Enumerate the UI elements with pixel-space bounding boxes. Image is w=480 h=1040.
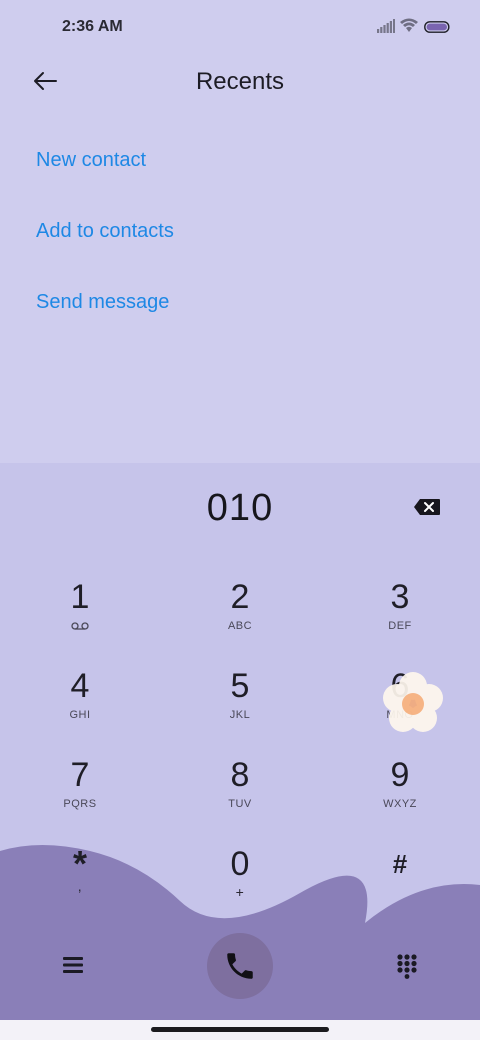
key-digit: 7 — [70, 756, 90, 794]
key-digit: # — [392, 849, 408, 879]
phone-icon — [227, 953, 253, 979]
signal-icon — [377, 19, 395, 33]
key-digit: 5 — [230, 667, 250, 705]
key-digit: 3 — [390, 578, 410, 616]
key-letters: GHI — [69, 709, 91, 721]
key-letters: TUV — [228, 798, 252, 810]
voicemail-icon — [71, 622, 89, 630]
touch-indicator-icon — [383, 672, 443, 732]
key-3[interactable]: 3 DEF — [330, 577, 470, 657]
dialpad: 010 1 2 ABC 3 DEF 4 GHI 5 JKL 7 PQRS 8 T… — [0, 463, 480, 1020]
key-letters: WXYZ — [383, 798, 417, 810]
key-digit: 4 — [70, 667, 90, 705]
keypad-icon[interactable] — [396, 953, 418, 979]
key-letters: + — [235, 884, 245, 900]
header: Recents — [0, 56, 480, 108]
new-contact-link[interactable]: New contact — [36, 149, 146, 172]
key-7[interactable]: 7 PQRS — [10, 755, 150, 835]
key-digit: 2 — [230, 578, 250, 616]
call-button[interactable] — [207, 933, 273, 999]
dialer-screen: 2:36 AM Recents New contact Add to conta… — [0, 0, 480, 1040]
key-8[interactable]: 8 TUV — [170, 755, 310, 835]
key-letters: PQRS — [63, 798, 97, 810]
key-letters: JKL — [229, 709, 251, 721]
key-4[interactable]: 4 GHI — [10, 666, 150, 746]
status-bar: 2:36 AM — [0, 0, 480, 56]
key-hash[interactable]: # — [330, 844, 470, 924]
key-letters: DEF — [388, 620, 412, 632]
key-9[interactable]: 9 WXYZ — [330, 755, 470, 835]
home-handle[interactable] — [151, 1027, 329, 1032]
key-digit: 9 — [390, 756, 410, 794]
battery-icon — [424, 21, 450, 33]
key-letters: , — [77, 878, 83, 894]
key-digit: 8 — [230, 756, 250, 794]
key-5[interactable]: 5 JKL — [170, 666, 310, 746]
key-letters: ABC — [227, 620, 253, 632]
recents-panel: 2:36 AM Recents New contact Add to conta… — [0, 0, 480, 463]
send-message-link[interactable]: Send message — [36, 291, 169, 314]
key-star[interactable]: * , — [10, 844, 150, 924]
key-1[interactable]: 1 — [10, 577, 150, 657]
status-time: 2:36 AM — [62, 18, 123, 35]
gesture-nav-bar — [0, 1020, 480, 1040]
add-to-contacts-link[interactable]: Add to contacts — [36, 220, 174, 243]
wifi-icon — [400, 18, 418, 32]
key-0[interactable]: 0 + — [170, 844, 310, 924]
key-digit: 1 — [70, 578, 90, 616]
dialed-number: 010 — [206, 487, 274, 529]
backspace-icon[interactable] — [413, 498, 441, 516]
key-2[interactable]: 2 ABC — [170, 577, 310, 657]
menu-icon[interactable] — [62, 954, 84, 976]
key-digit: 0 — [230, 845, 250, 883]
page-title: Recents — [195, 68, 285, 95]
